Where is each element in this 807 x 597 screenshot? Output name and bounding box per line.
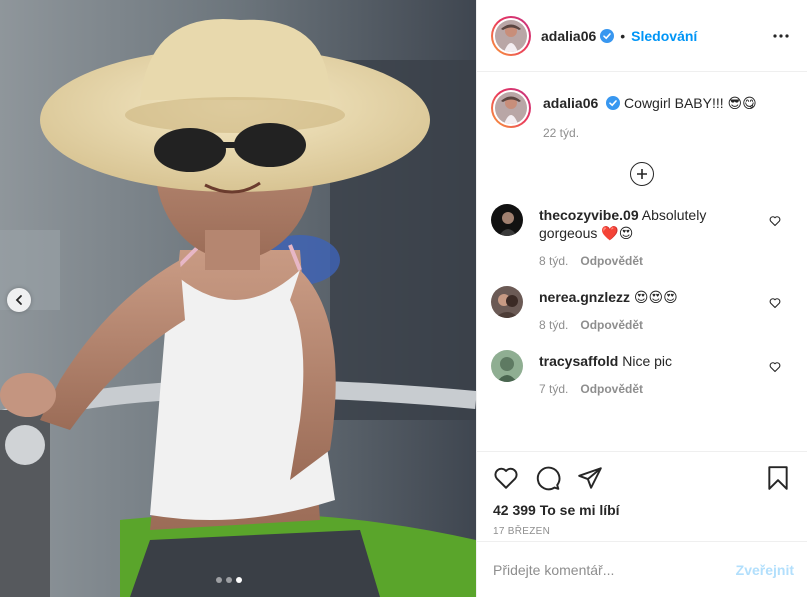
avatar-image xyxy=(491,204,523,236)
header-separator: • xyxy=(620,27,626,44)
likes-count[interactable]: 42 399 To se mi líbí xyxy=(493,502,791,518)
post-photo[interactable] xyxy=(0,0,476,597)
plus-circle-icon xyxy=(637,169,647,179)
comment-username[interactable]: tracysaffold xyxy=(539,353,618,369)
avatar-image xyxy=(491,350,523,382)
heart-icon[interactable] xyxy=(769,215,781,227)
commenter-avatar[interactable] xyxy=(491,350,523,382)
comment-composer: Zveřejnit xyxy=(477,541,807,597)
comment-username[interactable]: nerea.gnzlezz xyxy=(539,289,630,305)
commenter-avatar[interactable] xyxy=(491,286,523,318)
post-caption: adalia06 Cowgirl BABY!!! 😎😋 22 týd. xyxy=(491,88,793,140)
comments-list: adalia06 Cowgirl BABY!!! 😎😋 22 týd. thec… xyxy=(477,72,807,451)
verified-badge-icon xyxy=(600,28,615,43)
reply-button[interactable]: Odpovědět xyxy=(580,254,643,268)
author-username[interactable]: adalia06 xyxy=(541,28,596,44)
carousel-dot xyxy=(216,577,222,583)
caption-age: 22 týd. xyxy=(543,126,580,140)
post-sidebar: adalia06 • Sledování adalia06 Cowgirl BA… xyxy=(476,0,807,597)
comment-item: thecozyvibe.09 Absolutely gorgeous ❤️😍 8… xyxy=(491,204,793,268)
verified-badge-icon xyxy=(606,96,621,110)
reply-button[interactable]: Odpovědět xyxy=(580,382,643,396)
post-header: adalia06 • Sledování xyxy=(477,0,807,72)
action-bar xyxy=(493,464,791,492)
comment-input[interactable] xyxy=(493,561,736,578)
caption-text: adalia06 Cowgirl BABY!!! 😎😋 xyxy=(543,94,757,112)
reply-button[interactable]: Odpovědět xyxy=(580,318,643,332)
share-icon[interactable] xyxy=(577,465,603,491)
follow-button[interactable]: Sledování xyxy=(631,28,697,44)
chevron-left-icon xyxy=(15,295,22,305)
avatar-image xyxy=(495,92,527,124)
comment-item: nerea.gnzlezz 😍😍😍 8 týd. Odpovědět xyxy=(491,286,793,332)
post-modal: adalia06 • Sledování adalia06 Cowgirl BA… xyxy=(0,0,807,597)
post-comment-button[interactable]: Zveřejnit xyxy=(736,562,794,578)
avatar-image xyxy=(491,286,523,318)
comment-text: 😍😍😍 xyxy=(633,289,678,305)
carousel-dot xyxy=(226,577,232,583)
author-avatar[interactable] xyxy=(491,15,531,56)
load-more-comments[interactable] xyxy=(491,162,793,186)
comment-age: 8 týd. xyxy=(539,254,569,268)
caption-avatar[interactable] xyxy=(491,88,531,128)
more-options-button[interactable] xyxy=(769,24,793,48)
photo-illustration xyxy=(0,0,476,597)
caption-body: Cowgirl BABY!!! 😎😋 xyxy=(624,95,757,111)
comment-icon[interactable] xyxy=(535,465,561,491)
previous-photo-button[interactable] xyxy=(7,288,31,312)
comment-age: 8 týd. xyxy=(539,318,569,332)
heart-icon[interactable] xyxy=(493,465,519,491)
heart-icon[interactable] xyxy=(769,297,781,309)
carousel-dot-active xyxy=(236,577,242,583)
more-icon xyxy=(773,33,789,38)
carousel-indicator xyxy=(216,577,242,583)
caption-username[interactable]: adalia06 xyxy=(543,95,598,111)
comment-item: tracysaffold Nice pic 7 týd. Odpovědět xyxy=(491,350,793,396)
post-date: 17 březen xyxy=(493,526,551,537)
bookmark-icon[interactable] xyxy=(765,465,791,491)
avatar-image xyxy=(495,19,527,52)
heart-icon[interactable] xyxy=(769,361,781,373)
comment-text: Nice pic xyxy=(622,353,673,369)
comment-age: 7 týd. xyxy=(539,382,569,396)
commenter-avatar[interactable] xyxy=(491,204,523,236)
comment-username[interactable]: thecozyvibe.09 xyxy=(539,207,639,223)
